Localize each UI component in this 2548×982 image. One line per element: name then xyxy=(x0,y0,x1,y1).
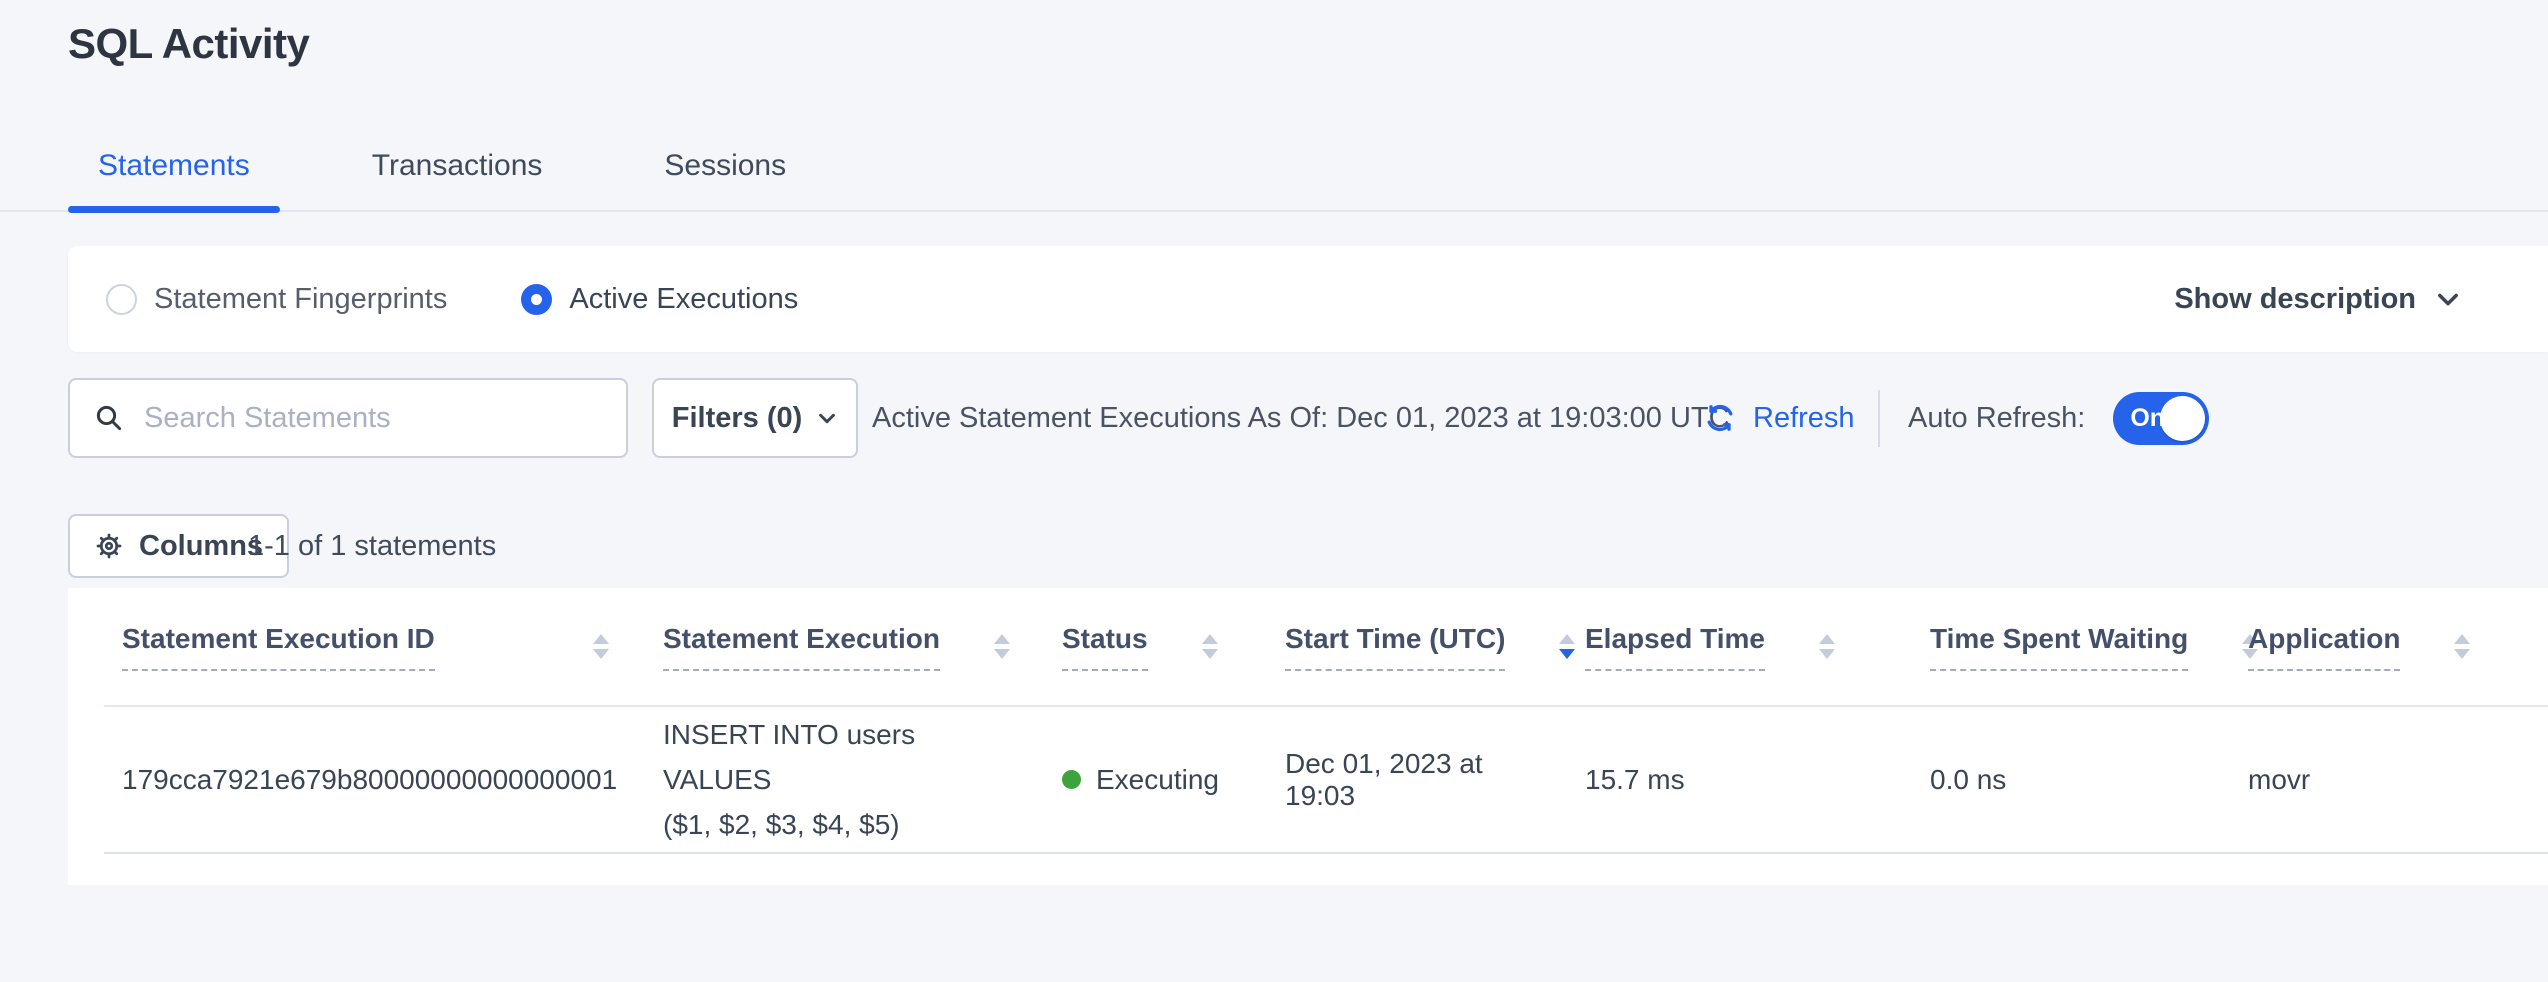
cell-start-time: Dec 01, 2023 at 19:03 xyxy=(1267,706,1567,853)
column-header-start-time[interactable]: Start Time (UTC) xyxy=(1267,588,1567,706)
gear-icon xyxy=(94,531,124,561)
column-header-application[interactable]: Application xyxy=(2230,588,2548,706)
sort-arrows-icon[interactable] xyxy=(1202,634,1218,659)
radio-active-executions[interactable]: Active Executions xyxy=(521,283,798,316)
status-dot-icon xyxy=(1062,770,1081,789)
radio-label: Statement Fingerprints xyxy=(154,283,447,316)
as-of-timestamp: Active Statement Executions As Of: Dec 0… xyxy=(872,378,1730,458)
auto-refresh-control: Auto Refresh: On xyxy=(1908,378,2209,458)
search-icon xyxy=(94,403,124,433)
statements-table: Statement Execution ID Statement Executi… xyxy=(104,588,2548,854)
cell-application: movr xyxy=(2230,706,2548,853)
table-row: 179cca7921e679b80000000000000001 INSERT … xyxy=(104,706,2548,853)
filters-button[interactable]: Filters (0) xyxy=(652,378,858,458)
status-label: Executing xyxy=(1096,764,1219,796)
tab-statements[interactable]: Statements xyxy=(68,149,280,210)
column-header-statement-execution[interactable]: Statement Execution xyxy=(645,588,1044,706)
radio-selected-icon[interactable] xyxy=(521,284,552,315)
sort-arrows-icon[interactable] xyxy=(994,634,1010,659)
vertical-divider xyxy=(1878,390,1880,447)
toggle-knob[interactable] xyxy=(2160,396,2205,441)
cell-elapsed-time: 15.7 ms xyxy=(1567,706,1912,853)
sort-arrows-icon[interactable] xyxy=(2454,634,2470,659)
filters-label: Filters (0) xyxy=(672,402,803,435)
refresh-label: Refresh xyxy=(1753,402,1855,435)
radio-statement-fingerprints[interactable]: Statement Fingerprints xyxy=(106,283,447,316)
column-header-elapsed-time[interactable]: Elapsed Time xyxy=(1567,588,1912,706)
columns-label: Columns xyxy=(139,530,263,563)
refresh-icon xyxy=(1702,400,1738,436)
sql-activity-page: { "page": { "title": "SQL Activity" }, "… xyxy=(0,0,2548,982)
radio-unselected-icon[interactable] xyxy=(106,284,137,315)
chevron-down-icon xyxy=(2434,285,2462,313)
result-count: 1-1 of 1 statements xyxy=(248,514,496,578)
sort-arrows-icon[interactable] xyxy=(593,634,609,659)
statements-table-card: Statement Execution ID Statement Executi… xyxy=(68,588,2548,885)
cell-statement[interactable]: INSERT INTO users VALUES ($1, $2, $3, $4… xyxy=(645,706,1044,853)
sort-arrows-icon[interactable] xyxy=(1819,634,1835,659)
column-header-time-spent-waiting[interactable]: Time Spent Waiting xyxy=(1912,588,2230,706)
tab-transactions[interactable]: Transactions xyxy=(342,149,573,210)
cell-status: Executing xyxy=(1044,706,1267,853)
auto-refresh-label: Auto Refresh: xyxy=(1908,402,2085,435)
page-title: SQL Activity xyxy=(68,20,309,68)
radio-label: Active Executions xyxy=(569,283,798,316)
view-mode-card: Statement Fingerprints Active Executions… xyxy=(68,246,2548,352)
search-input[interactable] xyxy=(142,401,602,436)
auto-refresh-toggle[interactable]: On xyxy=(2113,392,2209,445)
refresh-button[interactable]: Refresh xyxy=(1702,378,1855,458)
tabbar: Statements Transactions Sessions xyxy=(0,118,2548,212)
tab-sessions[interactable]: Sessions xyxy=(634,149,816,210)
cell-execution-id[interactable]: 179cca7921e679b80000000000000001 xyxy=(104,706,645,853)
chevron-down-icon xyxy=(816,407,838,429)
show-description-label: Show description xyxy=(2174,283,2416,316)
search-box xyxy=(68,378,628,458)
column-header-status[interactable]: Status xyxy=(1044,588,1267,706)
sort-arrows-icon-active-desc[interactable] xyxy=(1559,634,1575,659)
cell-time-spent-waiting: 0.0 ns xyxy=(1912,706,2230,853)
show-description-button[interactable]: Show description xyxy=(2174,283,2510,316)
table-header-row: Statement Execution ID Statement Executi… xyxy=(104,588,2548,706)
column-header-statement-execution-id[interactable]: Statement Execution ID xyxy=(104,588,645,706)
